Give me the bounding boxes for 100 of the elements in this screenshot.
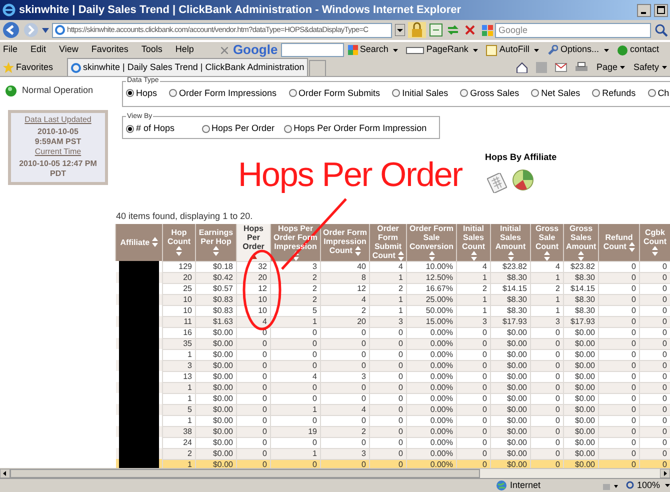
table-row[interactable]: 24 $0.00 0 0 0 0 0.00% 0 $0.00 0 $0.00 0 0 <box>116 437 670 448</box>
menu-item[interactable]: Favorites <box>91 43 128 57</box>
table-row[interactable]: 1 $0.00 0 0 0 0 0.00% 0 $0.00 0 $0.00 0 0 <box>116 349 670 360</box>
radio-option[interactable]: Gross Sales <box>460 86 520 100</box>
table-view-icon[interactable] <box>487 173 507 194</box>
table-cell: 1 <box>270 316 320 328</box>
radio-option[interactable]: Hops Per Order Form Impression <box>284 122 427 136</box>
maximize-button[interactable] <box>654 4 668 16</box>
sort-icon[interactable] <box>152 237 158 248</box>
table-row[interactable]: 10 $0.83 10 2 4 1 25.00% 1 $8.30 1 $8.30 0 0 <box>116 294 670 306</box>
sort-icon[interactable] <box>628 242 635 252</box>
table-row[interactable]: 1 $0.00 0 0 0 0 0.00% 0 $0.00 0 $0.00 0 0 <box>116 459 670 468</box>
sort-icon[interactable] <box>652 246 658 256</box>
table-row[interactable]: 5 $0.00 0 1 4 0 0.00% 0 $0.00 0 $0.00 0 0 <box>116 404 670 416</box>
radio-button[interactable] <box>531 89 540 98</box>
radio-button[interactable] <box>648 89 656 98</box>
favorites-button[interactable]: Favorites <box>3 59 54 76</box>
radio-option[interactable]: Order Form Submits <box>288 86 380 100</box>
table-row[interactable]: 1 $0.00 0 0 0 0 0.00% 0 $0.00 0 $0.00 0 0 <box>116 415 670 426</box>
radio-button[interactable] <box>169 89 178 98</box>
dropdown-button[interactable] <box>395 24 406 36</box>
sort-icon[interactable] <box>544 250 550 261</box>
horizontal-scrollbar[interactable] <box>0 468 670 478</box>
table-row[interactable]: 20 $0.42 20 2 8 1 12.50% 1 $8.30 1 $8.30 0 0 <box>116 272 670 284</box>
search-icon[interactable] <box>654 23 668 37</box>
table-cell: 1 <box>530 272 564 284</box>
radio-button[interactable] <box>202 124 210 133</box>
radio-button[interactable] <box>460 89 468 98</box>
menu-item[interactable]: Tools <box>141 43 162 57</box>
radio-option[interactable]: Net Sales <box>531 86 580 100</box>
sort-icon[interactable] <box>354 246 361 256</box>
stop-button[interactable] <box>463 23 478 37</box>
pie-chart-icon[interactable] <box>512 169 534 192</box>
radio-button[interactable] <box>126 124 134 133</box>
toolbar-button[interactable]: PageRank <box>406 43 478 57</box>
table-cell: 0.00% <box>406 393 456 404</box>
radio-button[interactable] <box>284 124 292 133</box>
mail-icon[interactable] <box>555 63 568 72</box>
refresh-button[interactable] <box>446 23 460 37</box>
toolbar-button[interactable]: Search <box>348 43 398 57</box>
table-row[interactable]: 3 $0.00 0 0 0 0 0.00% 0 $0.00 0 $0.00 0 0 <box>116 360 670 372</box>
sort-icon[interactable] <box>508 250 514 261</box>
toolbar-button[interactable]: contact <box>616 43 659 57</box>
home-icon[interactable] <box>516 62 528 73</box>
column-header[interactable]: Hops Per Order <box>236 224 270 262</box>
radio-option[interactable]: Initial Sales <box>392 86 448 100</box>
scroll-left-button[interactable] <box>0 469 10 478</box>
close-icon[interactable] <box>220 46 228 54</box>
sort-icon[interactable] <box>292 250 298 261</box>
search-field[interactable]: Google <box>495 22 651 38</box>
table-cell: $14.15 <box>490 283 530 294</box>
radio-button[interactable] <box>592 89 600 98</box>
radio-button[interactable] <box>126 89 134 98</box>
table-row[interactable]: 25 $0.57 12 2 12 2 16.67% 2 $14.15 2 $14.15 0 0 <box>116 283 670 294</box>
toolbar-button[interactable]: Options... <box>547 43 609 57</box>
sort-icon[interactable] <box>250 253 256 260</box>
radio-option[interactable]: Hops Per Order <box>202 122 275 136</box>
zoom-button[interactable]: 100% <box>626 478 670 492</box>
data-last-updated-link[interactable]: Data Last Updated <box>24 115 92 125</box>
menu-item[interactable]: File <box>3 43 18 57</box>
radio-option[interactable]: Ch <box>648 86 670 100</box>
radio-option[interactable]: Order Form Impressions <box>169 86 277 100</box>
table-row[interactable]: 2 $0.00 0 1 3 0 0.00% 0 $0.00 0 $0.00 0 0 <box>116 448 670 460</box>
menu-item[interactable]: Help <box>175 43 194 57</box>
scroll-right-button[interactable] <box>660 469 670 478</box>
minimize-button[interactable] <box>637 4 651 16</box>
browser-tab[interactable]: skinwhite | Daily Sales Trend | ClickBank Administration <box>67 58 308 76</box>
radio-button[interactable] <box>392 89 400 98</box>
sort-icon[interactable] <box>470 250 476 261</box>
chart-title: Hops By Affiliate <box>485 151 557 164</box>
back-button[interactable] <box>2 21 20 39</box>
printer-icon[interactable] <box>575 62 588 73</box>
table-row[interactable]: 1 $0.00 0 0 0 0 0.00% 0 $0.00 0 $0.00 0 0 <box>116 382 670 394</box>
google-search-field[interactable] <box>280 43 344 57</box>
table-row[interactable]: 35 $0.00 0 0 0 0 0.00% 0 $0.00 0 $0.00 0 0 <box>116 338 670 350</box>
radio-button[interactable] <box>288 89 297 98</box>
sort-icon[interactable] <box>578 250 584 261</box>
lock-icon[interactable] <box>408 22 426 38</box>
table-row[interactable]: 38 $0.00 0 19 2 0 0.00% 0 $0.00 0 $0.00 0 0 <box>116 426 670 438</box>
menu-item[interactable]: Edit <box>30 43 46 57</box>
compatibility-icon[interactable] <box>429 23 444 37</box>
command-button[interactable]: Page <box>596 60 626 74</box>
sort-icon[interactable] <box>176 246 182 256</box>
table-cell: 1 <box>162 382 196 394</box>
table-row[interactable]: 11 $1.63 4 1 20 3 15.00% 3 $17.93 3 $17.93 0 0 <box>116 316 670 328</box>
toolbar-button[interactable]: AutoFill <box>486 43 540 57</box>
command-button[interactable]: Safety <box>633 60 667 74</box>
sort-icon[interactable] <box>398 250 404 261</box>
table-row[interactable]: 13 $0.00 0 4 3 0 0.00% 0 $0.00 0 $0.00 0 0 <box>116 371 670 382</box>
menu-item[interactable]: View <box>59 43 78 57</box>
sort-icon[interactable] <box>428 250 434 261</box>
dropdown-icon[interactable] <box>42 28 49 32</box>
radio-option[interactable]: Hops <box>126 86 158 100</box>
table-row[interactable]: 1 $0.00 0 0 0 0 0.00% 0 $0.00 0 $0.00 0 0 <box>116 393 670 404</box>
radio-option[interactable]: # of Hops <box>126 122 175 136</box>
table-row[interactable]: 10 $0.83 10 5 2 1 50.00% 1 $8.30 1 $8.30 0 0 <box>116 305 670 316</box>
sort-icon[interactable] <box>213 246 219 256</box>
radio-option[interactable]: Refunds <box>592 86 636 100</box>
current-time-link[interactable]: Current Time <box>34 147 82 157</box>
table-cell: 0 <box>598 305 640 316</box>
